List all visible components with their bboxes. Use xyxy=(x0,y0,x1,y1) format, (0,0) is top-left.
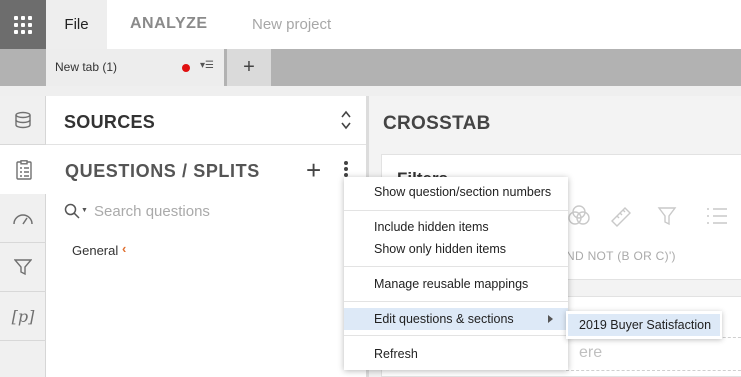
unsaved-indicator xyxy=(182,64,190,72)
menu-item-include-hidden[interactable]: Include hidden items xyxy=(344,220,568,234)
sources-panel-header[interactable]: SOURCES xyxy=(46,96,366,145)
edit-questions-submenu: 2019 Buyer Satisfaction xyxy=(566,311,722,339)
menu-item-label: Edit questions & sections xyxy=(374,312,514,326)
rail-filter-button[interactable] xyxy=(0,243,46,292)
apps-menu-button[interactable] xyxy=(0,0,46,49)
search-icon[interactable] xyxy=(64,203,80,219)
menu-separator xyxy=(344,266,568,267)
menu-item-reusable-mappings[interactable]: Manage reusable mappings xyxy=(344,277,568,291)
list-icon[interactable] xyxy=(705,205,729,227)
folder-general[interactable]: General xyxy=(72,243,118,258)
grid-icon xyxy=(14,15,32,34)
questions-panel: QUESTIONS / SPLITS + ▼ General ‹ xyxy=(46,145,366,377)
tab-label: New tab (1) xyxy=(55,60,118,74)
crosstab-title: CROSSTAB xyxy=(383,113,491,134)
top-bar: File ANALYZE New project xyxy=(0,0,741,49)
database-icon xyxy=(15,111,31,129)
menu-item-edit-questions[interactable]: Edit questions & sections xyxy=(344,308,568,330)
rail-sources-button[interactable] xyxy=(0,96,46,145)
spacer xyxy=(0,86,741,96)
menu-separator xyxy=(344,301,568,302)
chevron-up-down-icon[interactable] xyxy=(340,109,352,131)
rail-questions-button[interactable] xyxy=(0,145,47,194)
submenu-arrow-icon xyxy=(548,315,553,323)
add-question-button[interactable]: + xyxy=(306,157,321,183)
filters-expression-hint: ND NOT (B OR C)') xyxy=(566,249,676,263)
rail-dashboard-button[interactable] xyxy=(0,194,46,243)
submenu-item-buyer-satisfaction[interactable]: 2019 Buyer Satisfaction xyxy=(568,314,720,336)
venn-icon[interactable] xyxy=(567,205,591,227)
menu-separator xyxy=(344,210,568,211)
filter-icon[interactable] xyxy=(657,205,677,227)
menu-item-only-hidden[interactable]: Show only hidden items xyxy=(344,242,568,256)
drop-hint: ere xyxy=(579,344,603,361)
menu-separator xyxy=(344,335,568,336)
checklist-icon xyxy=(15,159,32,180)
questions-title: QUESTIONS / SPLITS xyxy=(65,161,260,181)
rail-parameters-button[interactable]: [p] xyxy=(0,292,46,341)
tab-new-tab-1[interactable]: New tab (1) ▾☰ xyxy=(46,49,224,86)
gauge-icon xyxy=(13,214,33,225)
search-options-caret-icon[interactable]: ▼ xyxy=(81,207,88,214)
tab-menu-icon[interactable]: ▾☰ xyxy=(200,60,214,71)
menu-file[interactable]: File xyxy=(46,0,107,49)
left-rail: [p] xyxy=(0,96,47,377)
add-tab-button[interactable]: + xyxy=(227,49,271,86)
project-name[interactable]: New project xyxy=(252,16,331,33)
questions-context-menu: Show question/section numbers Include hi… xyxy=(344,177,568,370)
menu-analyze[interactable]: ANALYZE xyxy=(130,15,208,33)
tab-strip: New tab (1) ▾☰ + xyxy=(0,49,741,86)
filter-icon xyxy=(14,259,32,276)
ruler-icon[interactable] xyxy=(609,205,633,227)
sources-title: SOURCES xyxy=(64,112,156,132)
brackets-p-icon: [p] xyxy=(11,306,35,326)
search-input[interactable] xyxy=(94,201,344,221)
question-search: ▼ xyxy=(64,201,354,225)
menu-item-show-numbers[interactable]: Show question/section numbers xyxy=(344,185,568,199)
drop-zone[interactable]: ere xyxy=(566,337,741,371)
chevron-left-icon[interactable]: ‹ xyxy=(122,241,126,256)
menu-item-refresh[interactable]: Refresh xyxy=(344,347,568,361)
